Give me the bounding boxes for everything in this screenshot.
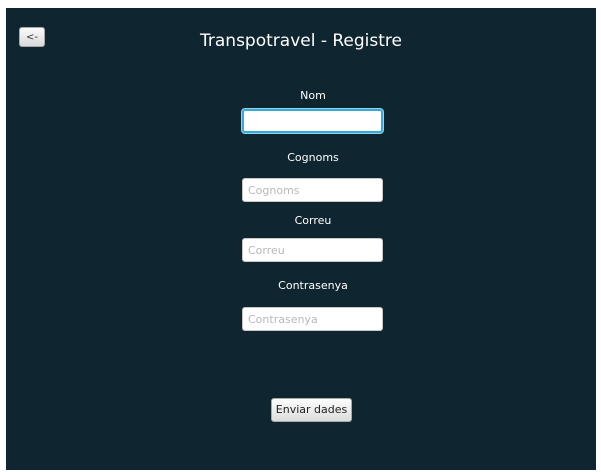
nom-label: Nom [300, 89, 326, 102]
contrasenya-input[interactable] [242, 307, 383, 331]
page-title: Transpotravel - Registre [200, 31, 402, 51]
nom-input[interactable] [242, 109, 383, 133]
correu-input[interactable] [242, 238, 383, 262]
submit-button[interactable]: Enviar dades [271, 398, 352, 422]
correu-label: Correu [294, 214, 332, 227]
registration-window: <- Transpotravel - Registre Nom Cognoms … [6, 8, 596, 470]
contrasenya-label: Contrasenya [278, 279, 348, 292]
cognoms-label: Cognoms [287, 151, 339, 164]
cognoms-input[interactable] [242, 178, 383, 202]
screenshot-frame: <- Transpotravel - Registre Nom Cognoms … [0, 0, 601, 472]
